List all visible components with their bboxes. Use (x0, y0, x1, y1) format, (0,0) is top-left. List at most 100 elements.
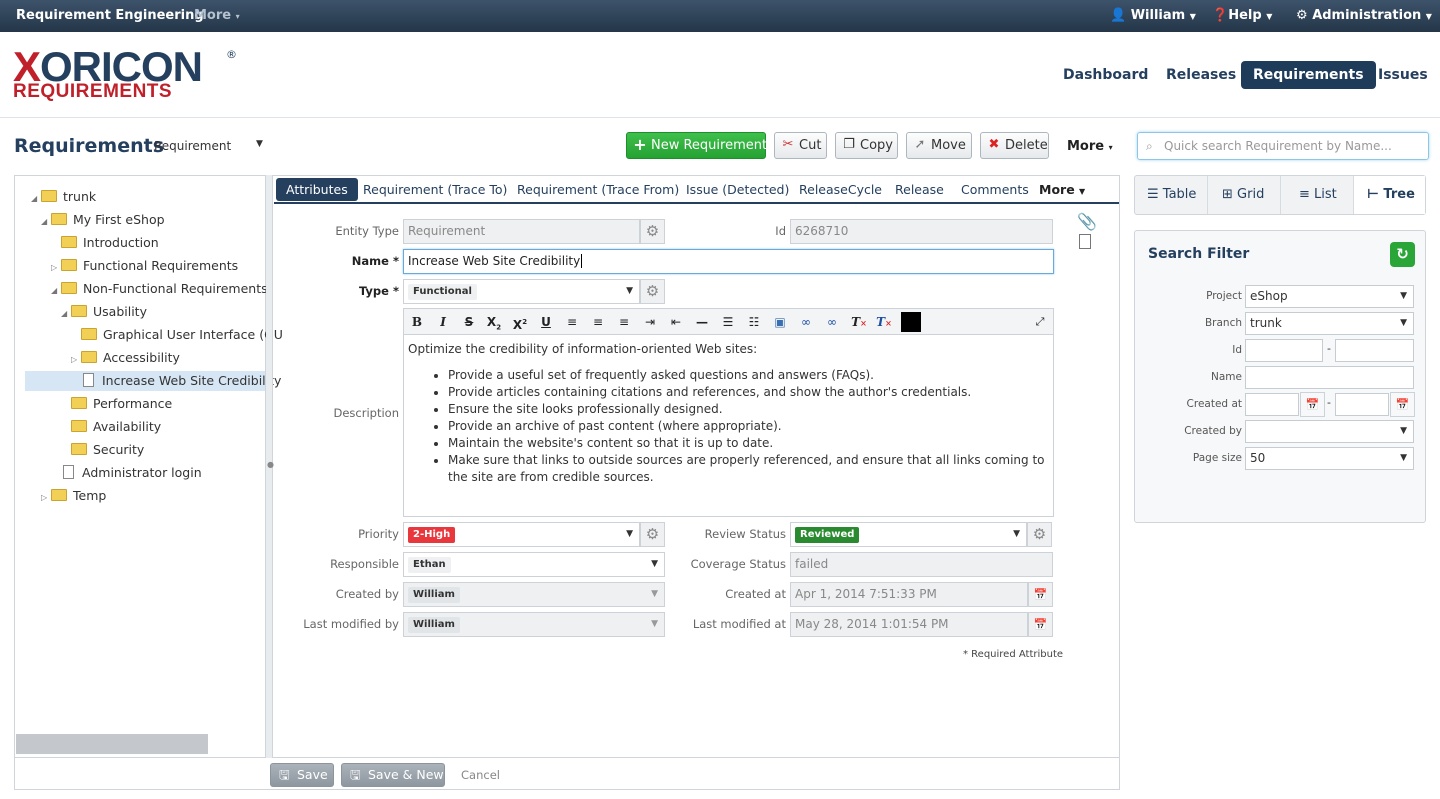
tree-node[interactable]: ◢ Non-Functional Requirements (51, 279, 268, 299)
copy-button[interactable]: ❐ Copy (835, 132, 898, 159)
calendar-icon[interactable]: 📅 (1028, 612, 1053, 637)
image-icon[interactable]: ▣ (770, 312, 790, 332)
tab-attributes[interactable]: Attributes (276, 178, 358, 201)
help-menu[interactable]: ❓Help ▼ (1212, 8, 1272, 23)
tree-horizontal-scrollbar[interactable] (16, 734, 208, 754)
expanded-arrow-icon[interactable]: ◢ (31, 189, 41, 209)
calendar-icon[interactable]: 📅 (1390, 392, 1415, 417)
name-input[interactable]: Increase Web Site Credibility (403, 249, 1054, 274)
remove-style-icon[interactable]: T× (874, 312, 894, 332)
tree-node[interactable]: ◢ trunk (31, 187, 96, 207)
horizontal-rule-icon[interactable]: — (692, 312, 712, 332)
page-size-select[interactable]: 50 ▼ (1245, 447, 1414, 470)
superscript-button[interactable]: X2 (510, 312, 530, 332)
expanded-arrow-icon[interactable]: ◢ (51, 281, 61, 301)
collapsed-arrow-icon[interactable]: ▷ (41, 488, 51, 508)
subscript-button[interactable]: X2 (484, 312, 504, 332)
id-to-input[interactable] (1335, 339, 1414, 362)
entity-type-select[interactable]: Requirement ▼ (154, 139, 264, 153)
created-by-select[interactable]: ▼ (1245, 420, 1414, 443)
description-editor[interactable]: Optimize the credibility of information-… (403, 335, 1054, 517)
collapsed-arrow-icon[interactable]: ▷ (71, 350, 81, 370)
view-table[interactable]: ☰ Table (1135, 176, 1208, 214)
tree-node[interactable]: Performance (61, 394, 172, 414)
link-icon[interactable]: ∞ (796, 312, 816, 332)
clear-format-icon[interactable]: T× (849, 312, 869, 332)
delete-button[interactable]: ✖ Delete (980, 132, 1049, 159)
review-status-select[interactable]: Reviewed ▼ (790, 522, 1027, 547)
strikethrough-button[interactable]: S (459, 312, 479, 332)
project-select[interactable]: eShop ▼ (1245, 285, 1414, 308)
name-filter-input[interactable] (1245, 366, 1414, 389)
branch-select[interactable]: trunk ▼ (1245, 312, 1414, 335)
collapsed-arrow-icon[interactable]: ▷ (51, 258, 61, 278)
unlink-icon[interactable]: ∞ (822, 312, 842, 332)
cancel-button[interactable]: Cancel (461, 768, 500, 782)
tab-releasecycle[interactable]: ReleaseCycle (789, 178, 892, 201)
new-requirement-button[interactable]: + New Requirement (626, 132, 767, 159)
type-select[interactable]: Functional ▼ (403, 279, 640, 304)
quick-search-input[interactable]: ⌕ Quick search Requirement by Name... (1137, 132, 1429, 160)
panel-splitter[interactable]: ● (266, 175, 274, 758)
align-left-icon[interactable]: ≡ (562, 312, 582, 332)
tab-trace-from[interactable]: Requirement (Trace From) (507, 178, 689, 201)
tab-issue-detected[interactable]: Issue (Detected) (676, 178, 799, 201)
toolbar-more-menu[interactable]: More ▾ (1067, 139, 1113, 154)
gear-icon[interactable]: ⚙ (640, 219, 665, 244)
text-color-swatch[interactable] (901, 312, 921, 332)
italic-button[interactable]: I (433, 312, 453, 332)
align-right-icon[interactable]: ≡ (614, 312, 634, 332)
outdent-icon[interactable]: ⇤ (666, 312, 686, 332)
view-list[interactable]: ≡ List (1281, 176, 1354, 214)
tree-node[interactable]: ◢ Usability (61, 302, 147, 322)
maximize-icon[interactable]: ⤢ (1030, 312, 1050, 332)
tree-node[interactable]: Availability (61, 417, 161, 437)
tab-release[interactable]: Release (885, 178, 954, 201)
ordered-list-icon[interactable]: ☰ (718, 312, 738, 332)
save-and-new-button[interactable]: 🖫 Save & New (341, 763, 445, 787)
align-center-icon[interactable]: ≡ (588, 312, 608, 332)
created-from-input[interactable] (1245, 393, 1299, 416)
expanded-arrow-icon[interactable]: ◢ (61, 304, 71, 324)
calendar-icon[interactable]: 📅 (1300, 392, 1325, 417)
tree-node[interactable]: ▷ Accessibility (71, 348, 180, 368)
admin-menu[interactable]: ⚙ Administration ▼ (1296, 8, 1432, 23)
indent-icon[interactable]: ⇥ (640, 312, 660, 332)
id-from-input[interactable] (1245, 339, 1323, 362)
save-button[interactable]: 🖫 Save (270, 763, 334, 787)
gear-icon[interactable]: ⚙ (640, 522, 665, 547)
gear-icon[interactable]: ⚙ (1027, 522, 1052, 547)
tree-node[interactable]: ▷ Functional Requirements (51, 256, 238, 276)
top-more-menu[interactable]: More ▾ (194, 8, 240, 23)
expanded-arrow-icon[interactable]: ◢ (41, 212, 51, 232)
tree-node[interactable]: Graphical User Interface (GU (71, 325, 283, 345)
nav-requirements[interactable]: Requirements (1241, 61, 1376, 89)
underline-button[interactable]: U (536, 312, 556, 332)
cut-button[interactable]: ✂ Cut (774, 132, 827, 159)
user-menu[interactable]: 👤 William ▼ (1110, 8, 1196, 23)
created-to-input[interactable] (1335, 393, 1389, 416)
document-icon[interactable] (1079, 234, 1091, 249)
app-name[interactable]: Requirement Engineering (16, 8, 204, 23)
view-tree[interactable]: ⊢ Tree (1354, 176, 1425, 214)
tree-node[interactable]: ◢ My First eShop (41, 210, 165, 230)
tree-node[interactable]: Increase Web Site Credibility (25, 371, 281, 391)
tree-node[interactable]: Administrator login (51, 463, 202, 483)
calendar-icon[interactable]: 📅 (1028, 582, 1053, 607)
nav-issues[interactable]: Issues (1366, 61, 1440, 89)
tab-more[interactable]: More ▼ (1029, 178, 1095, 201)
bullet-list-icon[interactable]: ☷ (744, 312, 764, 332)
tree-node[interactable]: ▷ Temp (41, 486, 106, 506)
refresh-icon[interactable]: ↻ (1390, 242, 1415, 267)
nav-dashboard[interactable]: Dashboard (1051, 61, 1160, 89)
priority-select[interactable]: 2-High ▼ (403, 522, 640, 547)
move-button[interactable]: ➚ Move (906, 132, 972, 159)
responsible-select[interactable]: Ethan ▼ (403, 552, 665, 577)
tree-node[interactable]: Security (61, 440, 144, 460)
attachment-icon[interactable]: 📎 (1077, 212, 1097, 231)
tree-node[interactable]: Introduction (51, 233, 159, 253)
view-grid[interactable]: ⊞ Grid (1208, 176, 1281, 214)
nav-releases[interactable]: Releases (1154, 61, 1248, 89)
tab-trace-to[interactable]: Requirement (Trace To) (353, 178, 517, 201)
gear-icon[interactable]: ⚙ (640, 279, 665, 304)
